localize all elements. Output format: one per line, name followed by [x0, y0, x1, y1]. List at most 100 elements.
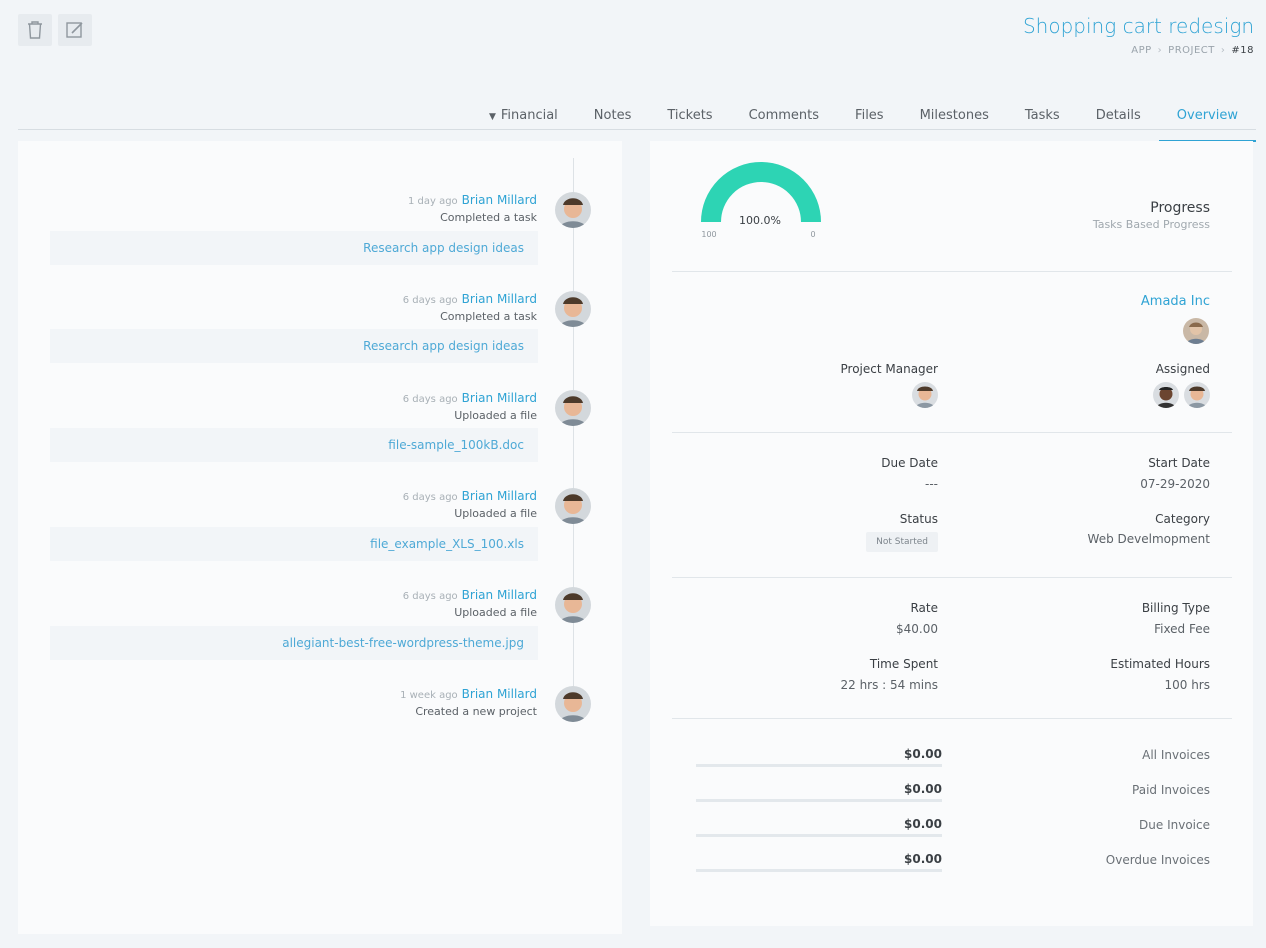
section-divider — [672, 577, 1232, 578]
trash-icon — [28, 21, 42, 39]
activity-header: 6 days ago Brian Millard — [403, 489, 537, 503]
tab-bar: Overview Details Tasks Milestones Files … — [471, 84, 1257, 142]
estimated-hours-label: Estimated Hours — [1110, 657, 1210, 671]
activity-description: Uploaded a file — [454, 507, 537, 520]
activity-item-link[interactable]: file_example_XLS_100.xls — [50, 527, 538, 561]
tab-details[interactable]: Details — [1078, 96, 1159, 130]
tab-overview[interactable]: Overview — [1158, 96, 1257, 142]
assigned-label: Assigned — [1155, 362, 1210, 376]
tab-notes[interactable]: Notes — [576, 96, 650, 130]
status-label: Status — [899, 512, 938, 526]
overdue-invoices-value: $0.00 — [904, 852, 942, 866]
activity-time: 1 week ago — [400, 690, 458, 701]
progress-gauge: 100.0% 0 100 — [701, 162, 821, 239]
activity-header: 6 days ago Brian Millard — [403, 391, 537, 405]
due-date-value: --- — [925, 477, 938, 491]
breadcrumb-app[interactable]: APP — [1131, 45, 1151, 56]
rate-label: Rate — [910, 601, 938, 615]
invoice-bar — [696, 799, 942, 802]
activity-item-link[interactable]: Research app design ideas — [50, 231, 538, 265]
assignee-avatar[interactable] — [1153, 382, 1179, 408]
timeline-line — [573, 158, 574, 708]
section-divider — [672, 432, 1232, 433]
gauge-value: 100.0% — [739, 214, 781, 227]
project-manager-label: Project Manager — [840, 362, 938, 376]
section-divider — [672, 271, 1232, 272]
project-manager-avatar[interactable] — [912, 382, 938, 408]
breadcrumb-project[interactable]: PROJECT — [1168, 45, 1215, 56]
start-date-value: 07-29-2020 — [1140, 477, 1210, 491]
chevron-right-icon: › — [1157, 45, 1163, 56]
activity-header: 6 days ago Brian Millard — [403, 588, 537, 602]
progress-title: Progress — [1150, 200, 1210, 216]
edit-icon — [66, 22, 83, 38]
section-divider — [672, 718, 1232, 719]
activity-header: 1 day ago Brian Millard — [408, 193, 537, 207]
tab-financial-label: Financial — [500, 108, 558, 123]
activity-description: Completed a task — [440, 211, 537, 224]
rate-value: $40.00 — [896, 622, 938, 636]
activity-user[interactable]: Brian Millard — [462, 292, 537, 306]
due-invoice-label: Due Invoice — [1139, 818, 1210, 832]
activity-item-link[interactable]: Research app design ideas — [50, 329, 538, 363]
breadcrumb-current: #18 — [1231, 45, 1254, 56]
status-badge: Not Started — [866, 532, 938, 552]
invoice-bar — [696, 834, 942, 837]
progress-subtitle: Tasks Based Progress — [1092, 218, 1210, 231]
avatar — [555, 686, 591, 722]
tab-tickets[interactable]: Tickets — [649, 96, 730, 130]
start-date-label: Start Date — [1148, 456, 1210, 470]
activity-description: Uploaded a file — [454, 606, 537, 619]
activity-user[interactable]: Brian Millard — [462, 489, 537, 503]
paid-invoices-label: Paid Invoices — [1132, 783, 1210, 797]
activity-description: Created a new project — [415, 705, 537, 718]
activity-item-link[interactable]: file-sample_100kB.doc — [50, 428, 538, 462]
edit-button[interactable] — [58, 14, 92, 46]
assignee-avatar[interactable] — [1184, 382, 1210, 408]
category-value: Web Develmopment — [1087, 532, 1210, 546]
tab-milestones[interactable]: Milestones — [902, 96, 1007, 130]
activity-user[interactable]: Brian Millard — [462, 687, 537, 701]
gauge-min-label: 0 — [810, 230, 815, 239]
avatar — [555, 587, 591, 623]
avatar — [555, 390, 591, 426]
activity-description: Completed a task — [440, 310, 537, 323]
avatar — [555, 291, 591, 327]
avatar — [555, 192, 591, 228]
paid-invoices-value: $0.00 — [904, 782, 942, 796]
overdue-invoices-label: Overdue Invoices — [1105, 853, 1210, 867]
tab-tasks[interactable]: Tasks — [1007, 96, 1078, 130]
tab-financial[interactable]: ▼ Financial — [471, 96, 576, 130]
activity-header: 1 week ago Brian Millard — [400, 687, 537, 701]
tab-files[interactable]: Files — [837, 96, 902, 130]
billing-type-value: Fixed Fee — [1154, 622, 1210, 636]
due-date-label: Due Date — [881, 456, 938, 470]
activity-header: 6 days ago Brian Millard — [403, 292, 537, 306]
activity-user[interactable]: Brian Millard — [462, 193, 537, 207]
all-invoices-value: $0.00 — [904, 747, 942, 761]
activity-description: Uploaded a file — [454, 409, 537, 422]
due-invoice-value: $0.00 — [904, 817, 942, 831]
chevron-right-icon: › — [1220, 45, 1226, 56]
activity-user[interactable]: Brian Millard — [462, 588, 537, 602]
estimated-hours-value: 100 hrs — [1164, 678, 1210, 692]
invoice-bar — [696, 869, 942, 872]
breadcrumb: APP › PROJECT › #18 — [1131, 45, 1254, 56]
time-spent-label: Time Spent — [869, 657, 938, 671]
tabs-divider — [18, 129, 1256, 130]
activity-time: 6 days ago — [402, 591, 458, 602]
caret-down-icon: ▼ — [488, 112, 496, 122]
activity-time: 1 day ago — [407, 196, 458, 207]
page-title: Shopping cart redesign — [1022, 14, 1254, 38]
activity-user[interactable]: Brian Millard — [462, 391, 537, 405]
avatar — [555, 488, 591, 524]
delete-button[interactable] — [18, 14, 52, 46]
tab-comments[interactable]: Comments — [731, 96, 837, 130]
all-invoices-label: All Invoices — [1142, 748, 1210, 762]
client-name[interactable]: Amada Inc — [1141, 294, 1210, 309]
activity-time: 6 days ago — [402, 492, 458, 503]
billing-type-label: Billing Type — [1141, 601, 1210, 615]
activity-item-link[interactable]: allegiant-best-free-wordpress-theme.jpg — [50, 626, 538, 660]
invoice-bar — [696, 764, 942, 767]
activity-time: 6 days ago — [402, 394, 458, 405]
